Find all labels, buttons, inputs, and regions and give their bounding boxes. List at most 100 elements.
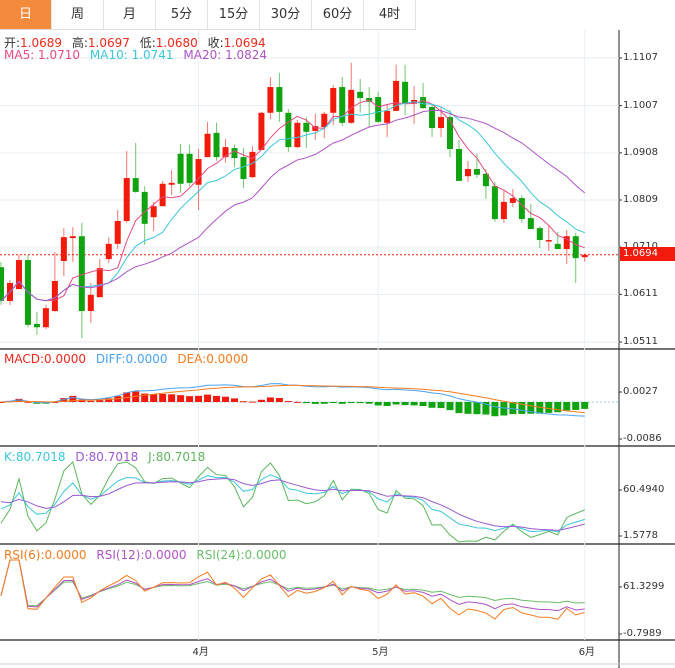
- candle-up: [438, 117, 445, 129]
- candle-down: [420, 97, 427, 109]
- macd-bar: [563, 402, 571, 411]
- candle-down: [240, 157, 247, 180]
- macd-bar: [204, 394, 212, 402]
- candle-down: [473, 169, 480, 175]
- candle-down: [33, 323, 40, 328]
- candle-up: [464, 169, 471, 177]
- macd-bar: [374, 402, 382, 406]
- ma10-legend: MA10: 1.0741: [89, 48, 174, 62]
- rsi6-value: RSI(6):0.0000: [4, 548, 87, 562]
- candlestick-chart[interactable]: [0, 0, 675, 668]
- macd-bar: [150, 394, 158, 402]
- macd-bar: [491, 402, 499, 417]
- candle-up: [384, 110, 391, 123]
- macd-bar: [248, 401, 256, 403]
- price-axis-label: 1.1107: [623, 52, 658, 63]
- candle-up: [159, 183, 166, 207]
- candle-down: [303, 122, 310, 132]
- x-axis-label: 5月: [372, 647, 389, 658]
- candle-down: [141, 191, 148, 224]
- macd-bar: [410, 402, 418, 406]
- candle-down: [536, 228, 543, 241]
- macd-bar: [222, 396, 229, 402]
- candle-up: [545, 240, 552, 242]
- macd-bar: [338, 402, 346, 404]
- macd-bar: [500, 402, 508, 416]
- candle-up: [114, 220, 121, 244]
- macd-bar: [293, 401, 301, 403]
- candle-up: [69, 236, 76, 239]
- kdj-axis-label: 1.5778: [623, 530, 658, 541]
- candle-up: [258, 112, 265, 150]
- candle-down: [402, 81, 409, 104]
- candle-down: [572, 236, 579, 259]
- macd-bar: [581, 402, 589, 409]
- macd-bar: [437, 402, 445, 409]
- rsi12-value: RSI(12):0.0000: [96, 548, 187, 562]
- candle-up: [42, 308, 49, 328]
- candle-up: [15, 260, 22, 290]
- candle-down: [491, 186, 498, 220]
- macd-bar: [572, 402, 580, 410]
- macd-bar: [213, 395, 221, 402]
- candle-up: [581, 254, 588, 258]
- candle-down: [186, 153, 193, 183]
- macd-axis-label: 0.0027: [623, 386, 658, 397]
- ma20-legend: MA20: 1.0824: [183, 48, 268, 62]
- price-axis-label: 1.0611: [623, 288, 658, 300]
- current-price-tag: 1.0694: [620, 247, 675, 261]
- price-axis-label: 1.0908: [623, 146, 658, 158]
- j-value: J:80.7018: [148, 450, 206, 464]
- macd-bar: [266, 397, 274, 402]
- macd-bar: [473, 402, 481, 415]
- macd-bar: [195, 395, 203, 402]
- kdj-axis-label: 60.4940: [623, 484, 665, 495]
- candle-down: [447, 117, 453, 150]
- macd-bar: [329, 402, 337, 403]
- candle-down: [177, 153, 184, 184]
- macd-value: MACD:0.0000: [4, 352, 87, 366]
- macd-bar: [159, 393, 167, 402]
- k-line: [0, 474, 585, 533]
- candle-up: [267, 87, 274, 113]
- macd-bar: [275, 398, 283, 402]
- rsi12-line: [0, 559, 585, 612]
- candle-up: [60, 237, 67, 261]
- macd-bar: [455, 402, 463, 414]
- macd-bar: [257, 399, 265, 402]
- macd-bar: [383, 402, 391, 406]
- candle-up: [105, 243, 112, 260]
- macd-bar: [284, 401, 292, 403]
- candle-up: [204, 133, 211, 158]
- candle-up: [150, 206, 157, 218]
- macd-bar: [464, 402, 472, 414]
- rsi-legend: RSI(6):0.0000 RSI(12):0.0000 RSI(24):0.0…: [4, 548, 293, 562]
- candle-up: [96, 268, 103, 298]
- candle-up: [509, 198, 516, 203]
- macd-bar: [186, 396, 194, 402]
- macd-bar: [554, 402, 562, 413]
- x-axis-label: 6月: [578, 647, 596, 658]
- macd-legend: MACD:0.0000 DIFF:0.0000 DEA:0.0000: [4, 352, 254, 366]
- price-axis-label: 1.0809: [623, 194, 658, 205]
- candle-down: [132, 178, 139, 192]
- macd-bar: [401, 402, 409, 406]
- d-value: D:80.7018: [75, 450, 139, 464]
- d-line: [0, 477, 585, 531]
- macd-bar: [545, 402, 553, 413]
- candle-down: [554, 243, 561, 250]
- rsi-axis-label: 61.3299: [623, 581, 665, 592]
- macd-bar: [320, 402, 328, 404]
- candle-down: [518, 198, 525, 220]
- macd-bar: [347, 402, 355, 403]
- macd-bar: [419, 402, 427, 407]
- candle-down: [285, 112, 292, 148]
- candle-up: [87, 294, 94, 312]
- candle-down: [231, 148, 238, 159]
- diff-value: DIFF:0.0000: [95, 352, 168, 366]
- macd-bar: [311, 402, 319, 404]
- candle-up: [500, 201, 507, 220]
- candle-up: [330, 88, 337, 113]
- candle-up: [123, 178, 130, 221]
- macd-bar: [168, 394, 176, 402]
